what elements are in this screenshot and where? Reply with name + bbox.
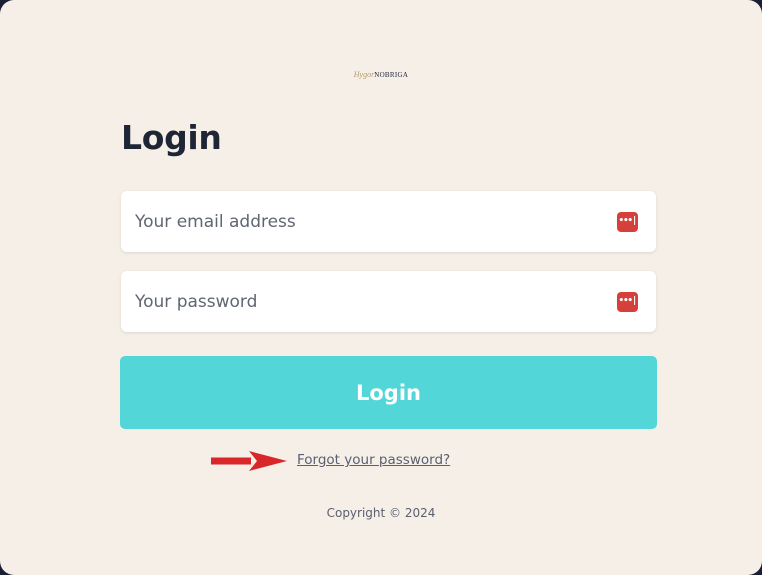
password-field-container: •••| — [121, 271, 656, 332]
email-field-container: •••| — [121, 191, 656, 252]
email-input[interactable] — [121, 191, 656, 252]
password-input[interactable] — [121, 271, 656, 332]
page-title: Login — [121, 118, 222, 157]
copyright-text: Copyright © 2024 — [326, 506, 436, 520]
password-manager-icon[interactable]: •••| — [617, 291, 638, 312]
login-card: HygorNOBRIGA Login •••| •••| Login Forgo… — [0, 0, 762, 575]
login-button[interactable]: Login — [120, 356, 657, 429]
arrow-right-icon — [211, 451, 287, 471]
password-manager-icon[interactable]: •••| — [617, 211, 638, 232]
forgot-password-link[interactable]: Forgot your password? — [297, 452, 450, 468]
brand-logo: HygorNOBRIGA — [0, 70, 762, 79]
logo-script-text: Hygor — [353, 70, 375, 79]
logo-brand-text: NOBRIGA — [374, 71, 409, 79]
